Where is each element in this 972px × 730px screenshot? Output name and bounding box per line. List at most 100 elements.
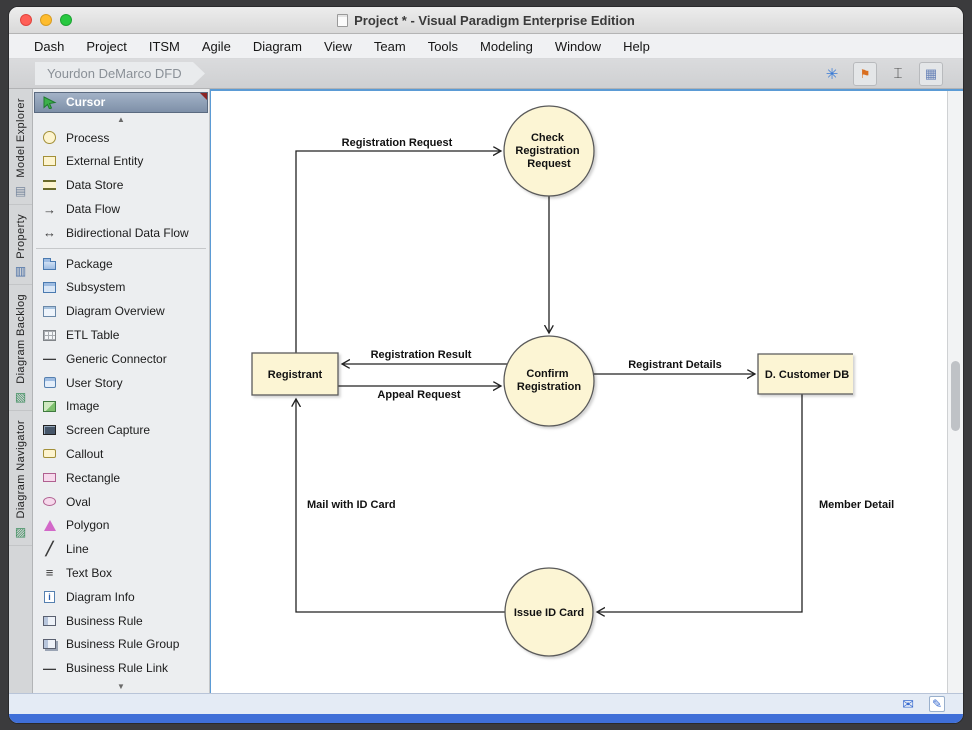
palette-item-label: Rectangle	[66, 471, 120, 485]
palette-item-label: User Story	[66, 376, 123, 390]
tab-diagram-navigator[interactable]: Diagram Navigator ▨	[9, 411, 32, 546]
window-title-area: Project * - Visual Paradigm Enterprise E…	[9, 7, 963, 33]
palette-item-label: Subsystem	[66, 280, 125, 294]
palette-item-line[interactable]: ╱ Line	[33, 537, 209, 561]
menu-item-team[interactable]: Team	[363, 34, 417, 59]
palette-item-label: Oval	[66, 495, 91, 509]
panel-grid-icon[interactable]: ▦	[919, 62, 943, 86]
palette-item-label: Data Store	[66, 178, 123, 192]
diagram-info-icon: i	[41, 589, 58, 605]
window-bottom-accent	[9, 714, 963, 723]
tab-diagram-backlog[interactable]: Diagram Backlog ▧	[9, 285, 32, 411]
palette-item-data-flow[interactable]: → Data Flow	[33, 197, 209, 221]
palette-item-polygon[interactable]: Polygon	[33, 513, 209, 537]
palette-item-label: ETL Table	[66, 328, 119, 342]
menu-item-modeling[interactable]: Modeling	[469, 34, 544, 59]
palette-item-diagram-info[interactable]: i Diagram Info	[33, 585, 209, 609]
menu-item-project[interactable]: Project	[75, 34, 137, 59]
palette-item-callout[interactable]: Callout	[33, 442, 209, 466]
model-tool-icon[interactable]: ✳	[820, 62, 844, 86]
palette-item-oval[interactable]: Oval	[33, 490, 209, 514]
palette-item-label: External Entity	[66, 154, 143, 168]
flag-panel-icon[interactable]: ⚑	[853, 62, 877, 86]
palette-item-bidirectional-data-flow[interactable]: ↔ Bidirectional Data Flow	[33, 221, 209, 245]
menu-item-window[interactable]: Window	[544, 34, 612, 59]
desktop-background: Project * - Visual Paradigm Enterprise E…	[0, 0, 972, 730]
menu-item-tools[interactable]: Tools	[417, 34, 469, 59]
menu-item-dash[interactable]: Dash	[23, 34, 75, 59]
palette-item-business-rule-link[interactable]: — Business Rule Link	[33, 656, 209, 680]
palette-item-cursor[interactable]: Cursor	[34, 92, 208, 113]
palette-item-external-entity[interactable]: External Entity	[33, 150, 209, 174]
palette-item-label: Process	[66, 131, 109, 145]
toolbar: Yourdon DeMarco DFD ✳ ⚑ ⌶ ▦	[9, 59, 963, 89]
dfd-diagram: Registration Request Registration Result…	[211, 91, 947, 693]
palette-pin-icon	[200, 93, 207, 100]
tab-model-explorer[interactable]: Model Explorer ▤	[9, 89, 32, 205]
palette-item-generic-connector[interactable]: — Generic Connector	[33, 347, 209, 371]
menu-item-itsm[interactable]: ITSM	[138, 34, 191, 59]
palette-item-label: Text Box	[66, 566, 112, 580]
tab-property[interactable]: Property ▥	[9, 205, 32, 286]
palette-item-user-story[interactable]: User Story	[33, 371, 209, 395]
palette-item-screen-capture[interactable]: Screen Capture	[33, 418, 209, 442]
tab-diagram-backlog-label: Diagram Backlog	[15, 294, 27, 384]
node-label-issue: Issue ID Card	[514, 607, 584, 619]
business-rule-group-icon	[41, 636, 58, 652]
ibeam-tool-icon[interactable]: ⌶	[886, 62, 910, 86]
palette-item-label: Diagram Overview	[66, 304, 165, 318]
mail-icon[interactable]: ✉	[902, 697, 914, 711]
flow-member-detail[interactable]	[597, 394, 802, 612]
palette-item-rectangle[interactable]: Rectangle	[33, 466, 209, 490]
palette-item-image[interactable]: Image	[33, 395, 209, 419]
data-flow-icon: →	[41, 201, 58, 217]
scrollbar-thumb[interactable]	[951, 361, 960, 431]
palette-item-diagram-overview[interactable]: Diagram Overview	[33, 299, 209, 323]
traffic-lights	[20, 14, 72, 26]
user-story-icon	[41, 375, 58, 391]
palette-item-label: Screen Capture	[66, 423, 150, 437]
palette-item-package[interactable]: Package	[33, 252, 209, 276]
palette-item-process[interactable]: Process	[33, 126, 209, 150]
palette-item-business-rule-group[interactable]: Business Rule Group	[33, 632, 209, 656]
edit-document-icon[interactable]: ✎	[929, 696, 945, 712]
sidebar-tab-strip: Model Explorer ▤ Property ▥ Diagram Back…	[9, 89, 33, 693]
palette-scroll-up[interactable]: ▲	[33, 113, 209, 126]
callout-icon	[41, 446, 58, 462]
diagram-canvas[interactable]: Registration Request Registration Result…	[211, 91, 947, 693]
menu-item-view[interactable]: View	[313, 34, 363, 59]
palette-item-label: Callout	[66, 447, 103, 461]
palette-scroll-down[interactable]: ▼	[33, 680, 209, 693]
text-box-icon: ≡	[41, 565, 58, 581]
tab-property-label: Property	[15, 214, 27, 259]
palette-item-text-box[interactable]: ≡ Text Box	[33, 561, 209, 585]
palette-item-data-store[interactable]: Data Store	[33, 173, 209, 197]
palette-item-business-rule[interactable]: Business Rule	[33, 609, 209, 633]
diagram-overview-icon	[41, 303, 58, 319]
close-button[interactable]	[20, 14, 32, 26]
breadcrumb[interactable]: Yourdon DeMarco DFD	[35, 62, 205, 85]
flow-label-registration-result: Registration Result	[371, 349, 472, 361]
palette-item-label: Cursor	[66, 95, 105, 109]
palette-item-label: Image	[66, 399, 99, 413]
palette-item-label: Business Rule Group	[66, 637, 179, 651]
menu-item-diagram[interactable]: Diagram	[242, 34, 313, 59]
palette-item-label: Package	[66, 257, 113, 271]
canvas-vertical-scrollbar[interactable]	[947, 91, 963, 693]
palette-item-etl-table[interactable]: ETL Table	[33, 323, 209, 347]
window-title: Project * - Visual Paradigm Enterprise E…	[354, 13, 635, 28]
diagram-backlog-icon: ▧	[15, 391, 26, 403]
tool-palette: Cursor ▲ Process External Entity Data St…	[33, 89, 210, 693]
menu-item-agile[interactable]: Agile	[191, 34, 242, 59]
flow-registration-request[interactable]	[296, 151, 501, 353]
palette-item-label: Generic Connector	[66, 352, 167, 366]
diagram-navigator-icon: ▨	[15, 526, 26, 538]
menu-item-help[interactable]: Help	[612, 34, 661, 59]
minimize-button[interactable]	[40, 14, 52, 26]
zoom-button[interactable]	[60, 14, 72, 26]
palette-item-label: Diagram Info	[66, 590, 135, 604]
palette-item-subsystem[interactable]: Subsystem	[33, 276, 209, 300]
palette-item-label: Polygon	[66, 518, 109, 532]
tab-diagram-navigator-label: Diagram Navigator	[15, 420, 27, 519]
palette-item-label: Business Rule	[66, 614, 143, 628]
